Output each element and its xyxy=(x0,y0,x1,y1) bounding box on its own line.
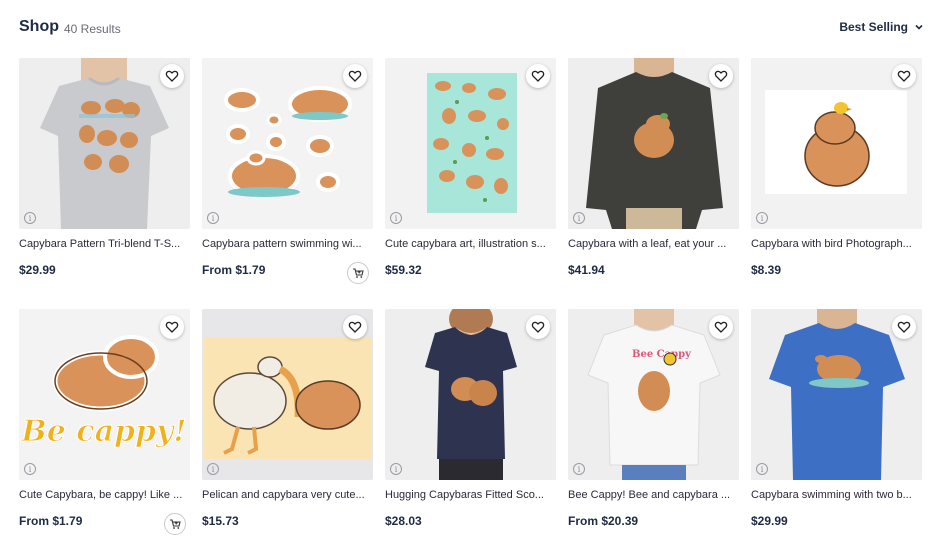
product-card[interactable]: i Capybara pattern swimming wi... From $… xyxy=(202,58,373,288)
product-image[interactable]: i xyxy=(19,58,190,229)
product-title[interactable]: Capybara swimming with two b... xyxy=(751,489,922,501)
heart-icon xyxy=(348,70,362,82)
shop-header: Shop 40 Results Best Selling xyxy=(19,18,924,40)
product-price: From $1.79 xyxy=(202,263,266,277)
results-count: 40 Results xyxy=(64,22,121,36)
product-image[interactable]: i xyxy=(751,309,922,480)
favorite-button[interactable] xyxy=(343,64,367,88)
product-title[interactable]: Bee Cappy! Bee and capybara ... xyxy=(568,489,739,501)
info-icon[interactable]: i xyxy=(390,463,402,475)
favorite-button[interactable] xyxy=(709,315,733,339)
product-image[interactable]: i xyxy=(202,58,373,229)
heart-icon xyxy=(897,321,911,333)
product-price: $28.03 xyxy=(385,514,422,528)
info-icon[interactable]: i xyxy=(207,212,219,224)
product-card[interactable]: i Capybara Pattern Tri-blend T-S... $29.… xyxy=(19,58,190,288)
product-price: From $20.39 xyxy=(568,514,639,528)
product-grid: i Capybara Pattern Tri-blend T-S... $29.… xyxy=(19,58,929,539)
favorite-button[interactable] xyxy=(160,315,184,339)
product-title[interactable]: Capybara pattern swimming wi... xyxy=(202,238,373,250)
product-price: $41.94 xyxy=(568,263,605,277)
heart-icon xyxy=(897,70,911,82)
sort-dropdown[interactable]: Best Selling xyxy=(839,20,924,34)
heart-icon xyxy=(165,321,179,333)
info-icon[interactable]: i xyxy=(573,463,585,475)
product-title[interactable]: Pelican and capybara very cute... xyxy=(202,489,373,501)
heart-icon xyxy=(531,70,545,82)
page-title: Shop xyxy=(19,18,59,35)
product-image[interactable]: i xyxy=(751,58,922,229)
product-price: $15.73 xyxy=(202,514,239,528)
product-price: $8.39 xyxy=(751,263,782,277)
add-to-cart-button[interactable] xyxy=(164,513,186,535)
product-image[interactable]: i xyxy=(568,58,739,229)
info-icon[interactable]: i xyxy=(207,463,219,475)
product-image[interactable]: Be cappy! i xyxy=(19,309,190,480)
chevron-down-icon xyxy=(915,24,923,30)
sort-label: Best Selling xyxy=(839,20,908,34)
favorite-button[interactable] xyxy=(526,315,550,339)
product-price: From $1.79 xyxy=(19,514,83,528)
product-title[interactable]: Cute capybara art, illustration s... xyxy=(385,238,556,250)
cart-icon xyxy=(353,268,364,278)
product-image[interactable]: i xyxy=(202,309,373,480)
heart-icon xyxy=(714,321,728,333)
product-card[interactable]: i Hugging Capybaras Fitted Sco... $28.03 xyxy=(385,309,556,539)
sticker-text: Be cappy! xyxy=(20,414,186,449)
info-icon[interactable]: i xyxy=(756,212,768,224)
product-title[interactable]: Capybara with a leaf, eat your ... xyxy=(568,238,739,250)
favorite-button[interactable] xyxy=(343,315,367,339)
cart-icon xyxy=(170,519,181,529)
product-title[interactable]: Cute Capybara, be cappy! Like ... xyxy=(19,489,190,501)
shirt-print-text: Bee Cappy xyxy=(632,349,692,360)
product-image[interactable]: Bee Cappy i xyxy=(568,309,739,480)
product-card[interactable]: i Capybara with bird Photograph... $8.39 xyxy=(751,58,922,288)
product-image[interactable]: i xyxy=(385,58,556,229)
product-price: $29.99 xyxy=(19,263,56,277)
product-price: $29.99 xyxy=(751,514,788,528)
heart-icon xyxy=(165,70,179,82)
favorite-button[interactable] xyxy=(892,64,916,88)
heart-icon xyxy=(348,321,362,333)
favorite-button[interactable] xyxy=(709,64,733,88)
product-image[interactable]: i xyxy=(385,309,556,480)
product-card[interactable]: Bee Cappy i Bee Cappy! Bee and capybara … xyxy=(568,309,739,539)
info-icon[interactable]: i xyxy=(24,212,36,224)
product-price: $59.32 xyxy=(385,263,422,277)
product-card[interactable]: i Cute capybara art, illustration s... $… xyxy=(385,58,556,288)
heart-icon xyxy=(531,321,545,333)
product-title[interactable]: Capybara Pattern Tri-blend T-S... xyxy=(19,238,190,250)
product-card[interactable]: i Capybara swimming with two b... $29.99 xyxy=(751,309,922,539)
info-icon[interactable]: i xyxy=(573,212,585,224)
info-icon[interactable]: i xyxy=(390,212,402,224)
favorite-button[interactable] xyxy=(526,64,550,88)
info-icon[interactable]: i xyxy=(756,463,768,475)
favorite-button[interactable] xyxy=(892,315,916,339)
product-card[interactable]: i Capybara with a leaf, eat your ... $41… xyxy=(568,58,739,288)
product-card[interactable]: Be cappy! i Cute Capybara, be cappy! Lik… xyxy=(19,309,190,539)
add-to-cart-button[interactable] xyxy=(347,262,369,284)
product-title[interactable]: Capybara with bird Photograph... xyxy=(751,238,922,250)
info-icon[interactable]: i xyxy=(24,463,36,475)
favorite-button[interactable] xyxy=(160,64,184,88)
heart-icon xyxy=(714,70,728,82)
product-card[interactable]: i Pelican and capybara very cute... $15.… xyxy=(202,309,373,539)
product-title[interactable]: Hugging Capybaras Fitted Sco... xyxy=(385,489,556,501)
